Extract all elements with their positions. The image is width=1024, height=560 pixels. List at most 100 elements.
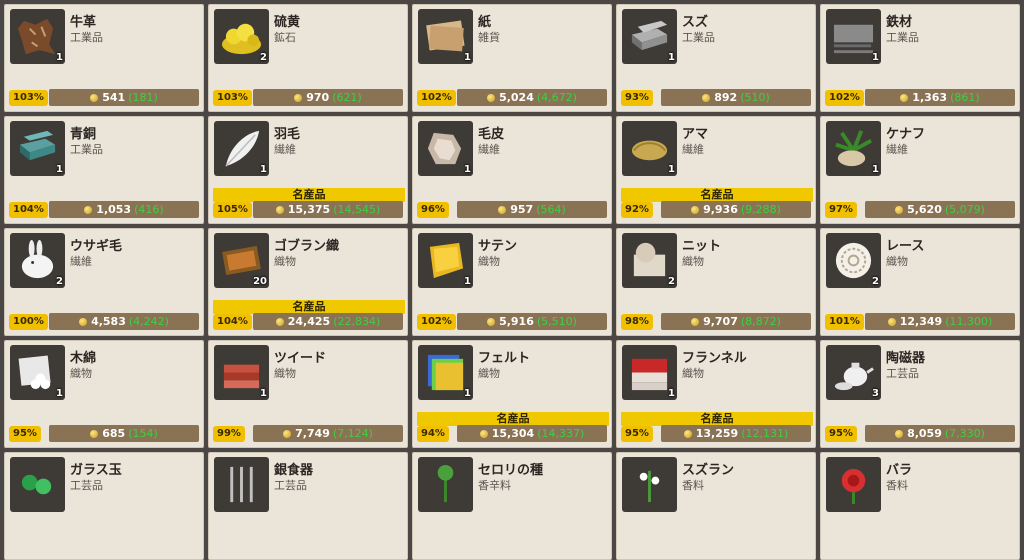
price-bar: 8,059 (7,330) bbox=[865, 425, 1015, 442]
price-value: 7,749 bbox=[295, 427, 330, 440]
tweed-icon: 1 bbox=[214, 345, 269, 400]
price-bar: 685 (154) bbox=[49, 425, 199, 442]
famous-product-badge: 名産品 bbox=[621, 188, 813, 202]
item-category: 繊維 bbox=[682, 143, 704, 156]
coin-icon bbox=[294, 93, 303, 102]
item-card[interactable]: 2 ニット 織物 98% 9,707 (8,872) bbox=[616, 228, 816, 336]
lily-of-valley-icon bbox=[622, 457, 677, 512]
price-value: 541 bbox=[102, 91, 126, 104]
price-diff: (510) bbox=[740, 91, 770, 104]
price-diff: (154) bbox=[128, 427, 158, 440]
price-diff: (12,131) bbox=[741, 427, 789, 440]
item-name: ウサギ毛 bbox=[70, 239, 123, 254]
price-diff: (4,672) bbox=[536, 91, 577, 104]
item-quantity: 1 bbox=[464, 276, 471, 287]
price-value: 957 bbox=[510, 203, 534, 216]
item-name: レース bbox=[886, 239, 925, 254]
price-diff: (861) bbox=[950, 91, 980, 104]
item-card[interactable]: 1 木綿 織物 95% 685 (154) bbox=[4, 340, 204, 448]
price-percent-badge: 95% bbox=[9, 426, 41, 442]
item-category: 鉱石 bbox=[274, 31, 296, 44]
item-quantity: 1 bbox=[872, 164, 879, 175]
price-bar: 15,304 (14,337) bbox=[457, 425, 607, 442]
item-card[interactable]: 1 フェルト 織物 名産品 94% 15,304 (14,337) bbox=[412, 340, 612, 448]
item-category: 工業品 bbox=[70, 143, 103, 156]
item-card[interactable]: 3 陶磁器 工芸品 95% 8,059 (7,330) bbox=[820, 340, 1020, 448]
item-quantity: 1 bbox=[56, 388, 63, 399]
item-card[interactable]: バラ 香料 bbox=[820, 452, 1020, 560]
item-category: 織物 bbox=[274, 367, 296, 380]
item-card[interactable]: 1 青銅 工業品 104% 1,053 (416) bbox=[4, 116, 204, 224]
item-card[interactable]: 2 硫黄 鉱石 103% 970 (621) bbox=[208, 4, 408, 112]
item-card[interactable]: 1 毛皮 繊維 96% 957 (564) bbox=[412, 116, 612, 224]
item-card[interactable]: 1 フランネル 織物 名産品 95% 13,259 (12,131) bbox=[616, 340, 816, 448]
coin-icon bbox=[702, 93, 711, 102]
item-quantity: 2 bbox=[56, 276, 63, 287]
item-card[interactable]: 1 アマ 繊維 名産品 92% 9,936 (9,288) bbox=[616, 116, 816, 224]
item-name: 毛皮 bbox=[478, 127, 505, 142]
price-percent-badge: 101% bbox=[825, 314, 864, 330]
item-card[interactable]: 1 ツイード 織物 99% 7,749 (7,124) bbox=[208, 340, 408, 448]
item-card[interactable]: 1 羽毛 繊維 名産品 105% 15,375 (14,545) bbox=[208, 116, 408, 224]
item-quantity: 1 bbox=[668, 52, 675, 63]
item-name: ツイード bbox=[274, 351, 327, 366]
item-name: フェルト bbox=[478, 351, 531, 366]
item-name: 牛革 bbox=[70, 15, 97, 30]
item-card[interactable]: 1 ケナフ 繊維 97% 5,620 (5,079) bbox=[820, 116, 1020, 224]
flax-icon: 1 bbox=[622, 121, 677, 176]
item-category: 香料 bbox=[886, 479, 908, 492]
price-bar: 4,583 (4,242) bbox=[49, 313, 199, 330]
item-quantity: 1 bbox=[464, 52, 471, 63]
item-category: 繊維 bbox=[886, 143, 908, 156]
price-diff: (564) bbox=[536, 203, 566, 216]
item-card[interactable]: ガラス玉 工芸品 bbox=[4, 452, 204, 560]
paper-icon: 1 bbox=[418, 9, 473, 64]
price-value: 13,259 bbox=[695, 427, 739, 440]
item-name: 銀食器 bbox=[274, 463, 314, 478]
item-card[interactable]: 1 鉄材 工業品 102% 1,363 (861) bbox=[820, 4, 1020, 112]
price-percent-badge: 102% bbox=[825, 90, 864, 106]
price-percent-badge: 102% bbox=[417, 90, 456, 106]
item-name: 陶磁器 bbox=[886, 351, 926, 366]
price-diff: (8,872) bbox=[740, 315, 781, 328]
coin-icon bbox=[487, 317, 496, 326]
item-card[interactable]: 1 紙雑貨 102% 5,024 (4,672) bbox=[412, 4, 612, 112]
item-name: ガラス玉 bbox=[70, 463, 122, 478]
price-value: 1,053 bbox=[96, 203, 132, 216]
price-value: 8,059 bbox=[907, 427, 942, 440]
satin-icon: 1 bbox=[418, 233, 473, 288]
coin-icon bbox=[895, 429, 904, 438]
item-card[interactable]: セロリの種 香辛料 bbox=[412, 452, 612, 560]
coin-icon bbox=[275, 317, 284, 326]
item-card[interactable]: 1 牛革 工業品 103% 541 (181) bbox=[4, 4, 204, 112]
price-value: 9,936 bbox=[703, 203, 738, 216]
item-category: 織物 bbox=[682, 255, 704, 268]
item-name: セロリの種 bbox=[478, 463, 544, 478]
price-diff: (7,124) bbox=[332, 427, 373, 440]
item-category: 繊維 bbox=[70, 255, 92, 268]
price-percent-badge: 103% bbox=[9, 90, 48, 106]
item-name: バラ bbox=[886, 463, 913, 478]
bronze-ingot-icon: 1 bbox=[10, 121, 65, 176]
price-diff: (11,300) bbox=[945, 315, 993, 328]
item-name: ニット bbox=[682, 239, 722, 254]
price-value: 685 bbox=[102, 427, 126, 440]
price-diff: (181) bbox=[128, 91, 158, 104]
price-percent-badge: 92% bbox=[621, 202, 653, 218]
price-bar: 892 (510) bbox=[661, 89, 811, 106]
item-card[interactable]: 1 スズ 工業品 93% 892 (510) bbox=[616, 4, 816, 112]
item-card[interactable]: 2 レース 織物 101% 12,349 (11,300) bbox=[820, 228, 1020, 336]
fur-icon: 1 bbox=[418, 121, 473, 176]
item-card[interactable]: スズラン 香料 bbox=[616, 452, 816, 560]
item-card[interactable]: 1 サテン 織物 102% 5,916 (5,510) bbox=[412, 228, 612, 336]
item-quantity: 1 bbox=[56, 52, 63, 63]
item-card[interactable]: 2 ウサギ毛 繊維 100% 4,583 (4,242) bbox=[4, 228, 204, 336]
item-quantity: 3 bbox=[872, 388, 879, 399]
item-card[interactable]: 20 ゴブラン織 織物 名産品 104% 24,425 (22,834) bbox=[208, 228, 408, 336]
price-bar: 15,375 (14,545) bbox=[253, 201, 403, 218]
item-category: 織物 bbox=[478, 255, 500, 268]
lace-icon: 2 bbox=[826, 233, 881, 288]
item-quantity: 1 bbox=[464, 164, 471, 175]
item-category: 繊維 bbox=[274, 143, 296, 156]
item-card[interactable]: 銀食器 工芸品 bbox=[208, 452, 408, 560]
